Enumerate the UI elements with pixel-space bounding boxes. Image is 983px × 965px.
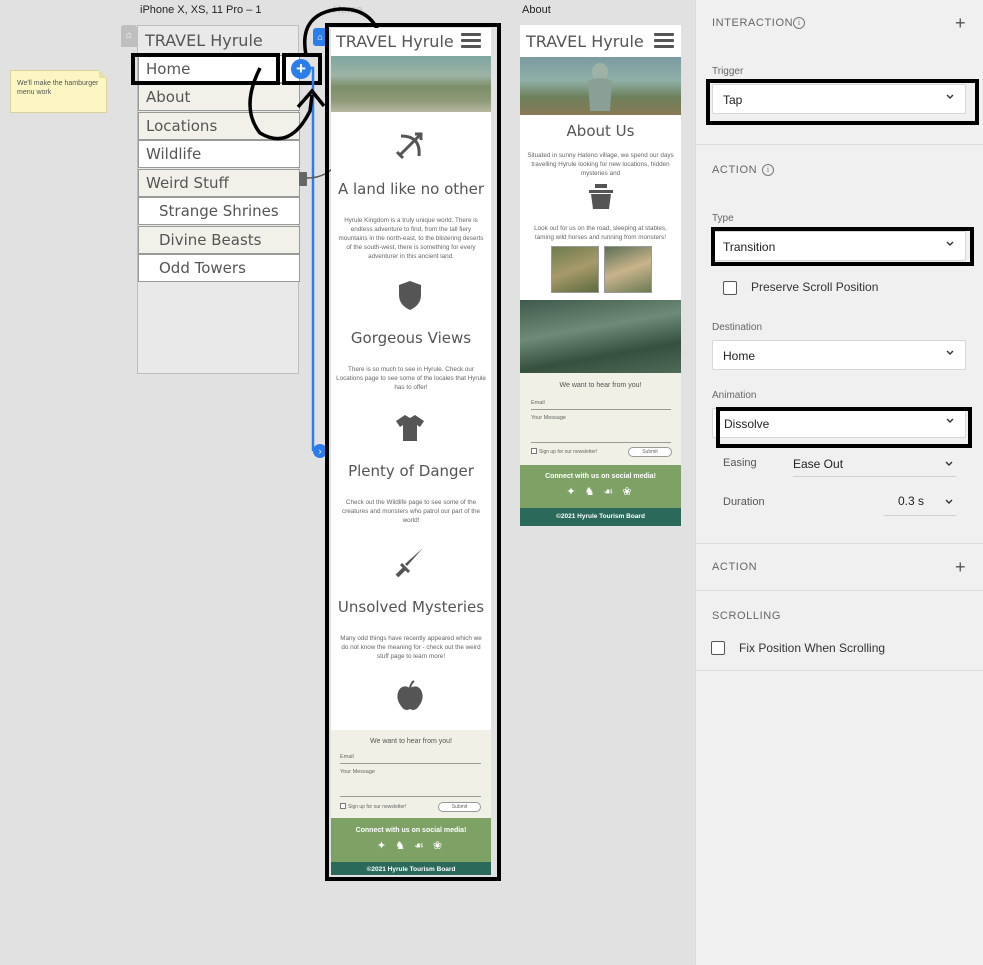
duration-label: Duration <box>723 496 765 508</box>
animation-highlight <box>716 407 972 448</box>
scrolling-heading: SCROLLING <box>712 610 781 622</box>
divider <box>696 543 983 544</box>
preserve-scroll-checkbox[interactable] <box>723 281 737 295</box>
about-landscape-image <box>520 300 681 373</box>
email-label: Email <box>531 400 545 406</box>
email-field[interactable] <box>531 409 671 410</box>
menu-item-label: Locations <box>146 117 218 135</box>
add-interaction-plus-icon[interactable]: + <box>955 14 966 32</box>
menu-item-label: Odd Towers <box>159 259 246 277</box>
trigger-highlight <box>706 79 979 125</box>
about-intro: Situated in sunny Hateno village, we spe… <box>527 152 674 177</box>
submit-button[interactable]: Submit <box>628 447 672 457</box>
duration-value: 0.3 s <box>898 494 925 508</box>
about-artboard[interactable]: TRAVEL Hyrule About Us Situated in sunny… <box>520 25 681 526</box>
social-title: Connect with us on social media! <box>545 473 656 480</box>
destination-dropdown[interactable]: Home <box>712 340 966 370</box>
add-action-plus-icon[interactable]: + <box>955 558 966 576</box>
message-field[interactable] <box>531 442 671 443</box>
sticky-note[interactable]: We'll make the hamburger menu work <box>10 70 107 113</box>
duration-field[interactable]: 0.3 s <box>884 488 956 516</box>
chevron-down-icon <box>945 461 953 466</box>
menu-item-label: Divine Beasts <box>159 231 262 249</box>
cooking-pot-icon <box>589 184 613 209</box>
action-heading: ACTION <box>712 164 758 176</box>
about-header: TRAVEL Hyrule <box>520 25 681 55</box>
home-artboard-highlight <box>325 23 501 881</box>
about-contact-form: We want to hear from you! Email Your Mes… <box>520 373 681 465</box>
fix-position-checkbox[interactable] <box>711 641 725 655</box>
menu-item-strange-shrines[interactable]: Strange Shrines <box>138 197 300 225</box>
menu-item-label: Wildlife <box>146 145 202 163</box>
about-road-text: Look out for us on the road, sleeping at… <box>534 225 667 241</box>
menu-item-label: Strange Shrines <box>159 202 279 220</box>
easing-value: Ease Out <box>793 457 844 471</box>
sticky-note-text: We'll make the hamburger menu work <box>17 80 99 96</box>
traveler-photo-2 <box>604 246 652 293</box>
about-social-section: Connect with us on social media! ✦ ♞ ☙ ❀ <box>520 465 681 508</box>
social-icons[interactable]: ✦ ♞ ☙ ❀ <box>520 485 681 498</box>
about-hero-image <box>520 57 681 115</box>
artboard-title-about[interactable]: About <box>522 4 551 16</box>
easing-dropdown[interactable]: Ease Out <box>793 451 956 477</box>
divider <box>696 144 983 145</box>
menu-item-wildlife[interactable]: Wildlife <box>138 140 300 168</box>
info-icon[interactable]: i <box>793 17 805 29</box>
chevron-down-icon <box>946 350 954 355</box>
about-footer: ©2021 Hyrule Tourism Board <box>520 508 681 526</box>
chevron-down-icon[interactable] <box>944 497 954 507</box>
menu-item-divine-beasts[interactable]: Divine Beasts <box>138 226 300 254</box>
menu-item-odd-towers[interactable]: Odd Towers <box>138 254 300 282</box>
about-site-title: TRAVEL Hyrule <box>526 32 644 51</box>
destination-label: Destination <box>712 322 763 333</box>
newsletter-label: Sign up for our newsletter! <box>539 449 598 455</box>
divider <box>696 670 983 671</box>
type-highlight <box>711 227 974 266</box>
easing-label: Easing <box>723 457 757 469</box>
action-2-heading: ACTION <box>712 561 758 573</box>
trigger-label: Trigger <box>712 66 744 77</box>
contact-title: We want to hear from you! <box>559 382 642 389</box>
menu-item-label: Weird Stuff <box>146 174 229 192</box>
statue-icon <box>588 63 612 111</box>
destination-value: Home <box>723 349 756 363</box>
menu-item-weird-stuff[interactable]: Weird Stuff <box>138 169 300 197</box>
info-icon[interactable]: i <box>762 164 774 176</box>
fix-position-label: Fix Position When Scrolling <box>739 641 886 655</box>
divider <box>696 590 983 591</box>
home-artboard-icon[interactable]: ⌂ <box>121 25 137 47</box>
hamburger-menu-icon[interactable] <box>654 33 674 48</box>
properties-panel: INTERACTION i + Trigger Tap ACTION i Typ… <box>695 0 983 965</box>
interaction-heading: INTERACTION <box>712 17 794 29</box>
traveler-photo-1 <box>551 246 599 293</box>
preserve-scroll-label: Preserve Scroll Position <box>751 280 879 294</box>
about-heading: About Us <box>566 122 635 140</box>
newsletter-checkbox[interactable] <box>531 448 537 454</box>
message-label: Your Message <box>531 415 566 421</box>
type-label: Type <box>712 213 734 224</box>
animation-label: Animation <box>712 390 757 401</box>
menu-item-label: About <box>146 88 191 106</box>
